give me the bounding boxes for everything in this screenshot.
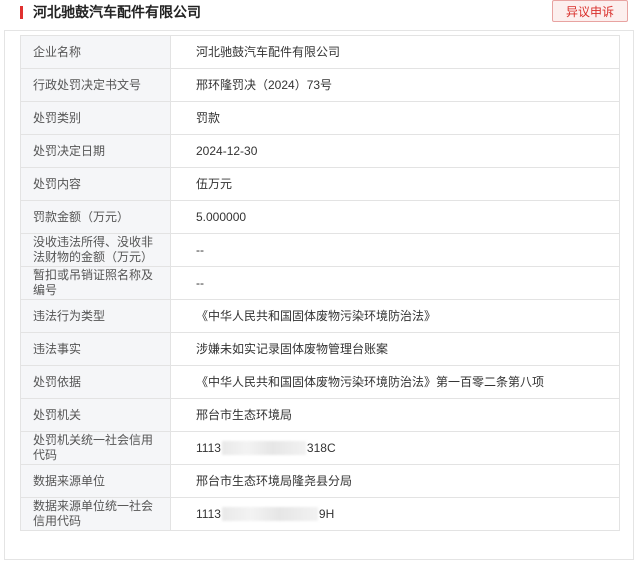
credit-code-suffix: 9H [318,506,335,521]
table-row: 数据来源单位 邢台市生态环境局隆尧县分局 [20,464,620,498]
table-row: 企业名称 河北驰鼓汽车配件有限公司 [20,35,620,69]
table-row: 罚款金额（万元） 5.000000 [20,200,620,234]
row-value: 邢环隆罚决（2024）73号 [170,68,620,102]
row-label: 数据来源单位统一社会信用代码 [20,497,171,531]
row-label: 违法行为类型 [20,299,171,333]
table-row: 处罚机关 邢台市生态环境局 [20,398,620,432]
row-value: 邢台市生态环境局 [170,398,620,432]
row-value: 《中华人民共和国固体废物污染环境防治法》第一百零二条第八项 [170,365,620,399]
row-value: 邢台市生态环境局隆尧县分局 [170,464,620,498]
table-row: 行政处罚决定书文号 邢环隆罚决（2024）73号 [20,68,620,102]
table-row: 暂扣或吊销证照名称及编号 -- [20,266,620,300]
table-row: 处罚内容 伍万元 [20,167,620,201]
table-row: 违法事实 涉嫌未如实记录固体废物管理台账案 [20,332,620,366]
row-value: 伍万元 [170,167,620,201]
table-row: 数据来源单位统一社会信用代码 1113 9H [20,497,620,531]
row-value: 1113 9H [170,497,620,531]
row-label: 企业名称 [20,35,171,69]
row-label: 暂扣或吊销证照名称及编号 [20,266,171,300]
table-row: 处罚依据 《中华人民共和国固体废物污染环境防治法》第一百零二条第八项 [20,365,620,399]
credit-code-prefix: 1113 [196,506,221,521]
row-value: -- [170,266,620,300]
table-row: 处罚类别 罚款 [20,101,620,135]
row-value: 1113 318C [170,431,620,465]
row-label: 没收违法所得、没收非法财物的金额（万元） [20,233,171,267]
table-row: 没收违法所得、没收非法财物的金额（万元） -- [20,233,620,267]
redaction-mask [221,507,318,522]
row-label: 处罚机关 [20,398,171,432]
row-value: 河北驰鼓汽车配件有限公司 [170,35,620,69]
redaction-mask [221,441,306,456]
company-title: 河北驰鼓汽车配件有限公司 [33,4,201,20]
objection-button[interactable]: 异议申诉 [552,0,628,22]
credit-code-suffix: 318C [306,440,336,455]
row-value: 罚款 [170,101,620,135]
row-label: 处罚依据 [20,365,171,399]
row-value: 《中华人民共和国固体废物污染环境防治法》 [170,299,620,333]
row-value: -- [170,233,620,267]
row-label: 处罚类别 [20,101,171,135]
row-label: 行政处罚决定书文号 [20,68,171,102]
row-label: 处罚决定日期 [20,134,171,168]
credit-code-prefix: 1113 [196,440,221,455]
title-accent-bar [20,6,23,19]
row-value: 5.000000 [170,200,620,234]
row-label: 处罚机关统一社会信用代码 [20,431,171,465]
table-row: 处罚决定日期 2024-12-30 [20,134,620,168]
row-label: 罚款金额（万元） [20,200,171,234]
page-header: 河北驰鼓汽车配件有限公司 异议申诉 [0,0,640,32]
penalty-info-table: 企业名称 河北驰鼓汽车配件有限公司 行政处罚决定书文号 邢环隆罚决（2024）7… [20,35,620,531]
table-row: 违法行为类型 《中华人民共和国固体废物污染环境防治法》 [20,299,620,333]
table-row: 处罚机关统一社会信用代码 1113 318C [20,431,620,465]
row-value: 2024-12-30 [170,134,620,168]
row-value: 涉嫌未如实记录固体废物管理台账案 [170,332,620,366]
row-label: 处罚内容 [20,167,171,201]
row-label: 数据来源单位 [20,464,171,498]
row-label: 违法事实 [20,332,171,366]
